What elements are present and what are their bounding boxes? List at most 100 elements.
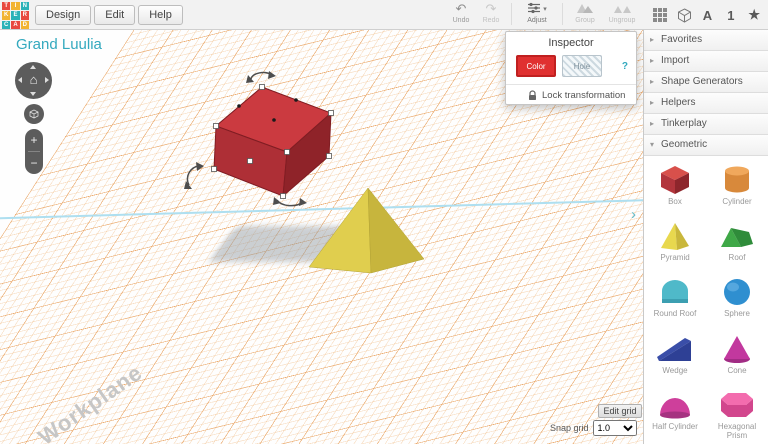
numbers-category-icon[interactable]: 1 [721, 4, 741, 26]
top-toolbar: T I N K E R C A D Design Edit Help ↶ Und… [0, 0, 768, 30]
sidebar-section-shape-generators[interactable]: ▸ Shape Generators [644, 72, 768, 93]
lock-transformation-label: Lock transformation [542, 90, 626, 101]
cone-shape-icon [724, 335, 750, 363]
pan-home-control[interactable]: ⌂ [15, 62, 52, 99]
inspector-panel: Inspector Color Hole ? Lock transformati… [505, 31, 637, 105]
shape-item-cylinder[interactable]: Cylinder [708, 164, 766, 206]
symbols-category-icon[interactable]: ★ [744, 4, 764, 26]
snap-grid-select[interactable]: 1.0 [592, 420, 637, 436]
pan-left-icon[interactable] [18, 77, 22, 83]
cylinder-shape-icon [725, 166, 749, 193]
hole-swatch[interactable]: Hole [562, 55, 602, 77]
toolbar-separator [562, 3, 563, 25]
geometric-shapes-grid: Box Cylinder Pyramid Roof Round Roof Sph… [644, 156, 768, 440]
box-shape-icon [661, 166, 689, 194]
hexagonal-prism-shape-icon [721, 392, 753, 417]
logo-tile: E [11, 11, 20, 20]
zoom-control: + − [25, 129, 43, 174]
lock-transformation-toggle[interactable]: Lock transformation [506, 85, 636, 101]
undo-button[interactable]: ↶ Undo [446, 2, 476, 25]
sidebar-section-helpers[interactable]: ▸ Helpers [644, 93, 768, 114]
shape-label: Half Cylinder [652, 421, 698, 431]
sphere-shape-icon [724, 279, 750, 306]
chevron-right-icon: ▸ [650, 56, 655, 65]
orbit-cube-icon [29, 109, 39, 119]
undo-label: Undo [452, 17, 470, 24]
sidebar-section-tinkerplay[interactable]: ▸ Tinkerplay [644, 114, 768, 135]
shape-library-categories: A 1 ★ [649, 2, 766, 28]
zoom-out-button[interactable]: − [25, 152, 43, 174]
adjust-button[interactable]: ▾ Adjust [517, 2, 557, 24]
roof-shape-icon [721, 228, 753, 248]
wedge-shape-icon [657, 337, 691, 361]
selected-box-shape[interactable] [184, 71, 334, 207]
redo-label: Redo [482, 17, 500, 24]
shape-item-cone[interactable]: Cone [708, 333, 766, 375]
lock-icon [528, 90, 537, 101]
orbit-view-control[interactable] [24, 104, 44, 124]
shape-item-wedge[interactable]: Wedge [646, 333, 704, 375]
shape-label: Roof [728, 253, 746, 263]
round-roof-shape-icon [662, 280, 688, 304]
shape-item-sphere[interactable]: Sphere [708, 276, 766, 318]
main-menu: Design Edit Help [35, 5, 183, 25]
letters-category-icon[interactable]: A [697, 4, 717, 26]
pan-right-icon[interactable] [45, 77, 49, 83]
pan-up-icon[interactable] [30, 65, 36, 69]
menu-help-button[interactable]: Help [138, 5, 183, 25]
snap-grid-control: Snap grid 1.0 [550, 420, 637, 436]
ungroup-label: Ungroup [608, 17, 636, 24]
shape-label: Sphere [724, 309, 750, 319]
solids-category-icon[interactable] [674, 4, 694, 26]
menu-design-button[interactable]: Design [35, 5, 92, 25]
sidebar-section-import[interactable]: ▸ Import [644, 51, 768, 72]
chevron-right-icon: ▸ [650, 98, 655, 107]
redo-button[interactable]: ↷ Redo [476, 2, 506, 25]
chevron-right-icon: ▸ [650, 119, 655, 128]
group-button[interactable]: Group [568, 2, 602, 24]
section-label: Favorites [661, 34, 703, 45]
section-label: Shape Generators [661, 76, 743, 87]
shape-label: Box [668, 197, 682, 206]
sidebar-section-geometric[interactable]: ▾ Geometric [644, 135, 768, 156]
shape-item-box[interactable]: Box [646, 164, 704, 206]
sidebar-section-favorites[interactable]: ▸ Favorites [644, 30, 768, 51]
shape-library-sidebar: ▸ Favorites ▸ Import ▸ Shape Generators … [643, 30, 768, 444]
half-cylinder-shape-icon [660, 397, 690, 419]
toolbar-separator [511, 3, 512, 25]
logo-tile: R [20, 11, 29, 20]
zoom-in-button[interactable]: + [25, 129, 43, 151]
group-label: Group [575, 17, 595, 24]
chevron-right-icon: ▸ [650, 35, 655, 44]
adjust-icon [528, 2, 541, 14]
shape-item-round-roof[interactable]: Round Roof [646, 276, 704, 318]
menu-edit-button[interactable]: Edit [94, 5, 136, 25]
shape-grid-category-icon[interactable] [651, 4, 671, 26]
pan-down-icon[interactable] [30, 92, 36, 96]
group-icon [577, 4, 593, 13]
shape-item-half-cylinder[interactable]: Half Cylinder [646, 389, 704, 440]
pyramid-shape-icon [661, 223, 689, 251]
tinkercad-logo[interactable]: T I N K E R C A D [2, 2, 29, 29]
ungroup-icon [613, 6, 631, 13]
adjust-label: Adjust [527, 17, 547, 24]
sidebar-collapse-handle[interactable]: › [631, 206, 636, 223]
shape-item-hexagonal-prism[interactable]: Hexagonal Prism [708, 389, 766, 440]
edit-grid-button[interactable]: Edit grid [598, 404, 642, 418]
pyramid-shape[interactable] [308, 187, 425, 274]
shape-item-roof[interactable]: Roof [708, 220, 766, 262]
shape-item-pyramid[interactable]: Pyramid [646, 220, 704, 262]
logo-tile: D [20, 20, 29, 29]
caret-down-icon: ▾ [543, 6, 547, 13]
ungroup-button[interactable]: Ungroup [602, 2, 642, 24]
chevron-right-icon: ▸ [650, 77, 655, 86]
logo-tile: T [2, 2, 11, 11]
logo-tile: I [11, 2, 20, 11]
shape-label: Cone [727, 365, 747, 375]
edit-tools: ↶ Undo ↷ Redo ▾ Adjust Group Ungroup [446, 2, 642, 25]
section-label: Tinkerplay [661, 118, 707, 129]
help-icon[interactable]: ? [622, 61, 628, 72]
section-label: Geometric [661, 139, 708, 150]
snap-grid-label: Snap grid [550, 423, 589, 433]
color-swatch[interactable]: Color [516, 55, 556, 77]
